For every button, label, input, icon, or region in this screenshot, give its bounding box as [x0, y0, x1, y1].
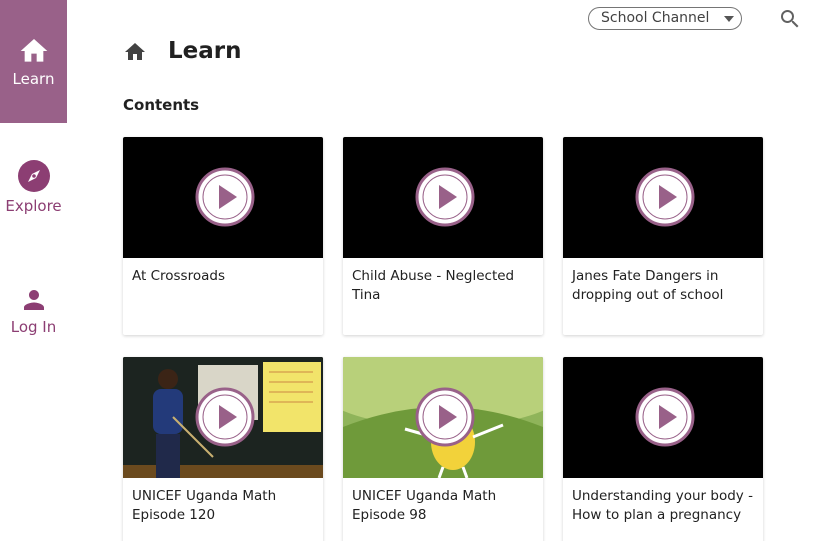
play-icon — [635, 387, 695, 447]
sidebar-item-login[interactable]: Log In — [0, 285, 67, 336]
content-card[interactable]: UNICEF Uganda Math Episode 98 — [343, 357, 543, 541]
play-icon — [195, 387, 255, 447]
content-card[interactable]: UNICEF Uganda Math Episode 120 — [123, 357, 323, 541]
video-thumbnail — [563, 357, 763, 478]
compass-icon — [17, 160, 50, 192]
card-title: Understanding your body - How to plan a … — [572, 488, 753, 523]
channel-select-value: School Channel — [601, 10, 710, 26]
section-title: Contents — [123, 96, 200, 114]
card-title: UNICEF Uganda Math Episode 98 — [352, 488, 497, 523]
person-icon — [23, 290, 44, 310]
card-title: Janes Fate Dangers in dropping out of sc… — [572, 268, 724, 303]
play-icon — [415, 167, 475, 227]
sidebar-item-label: Log In — [10, 318, 57, 336]
content-card[interactable]: Understanding your body - How to plan a … — [563, 357, 763, 541]
video-thumbnail — [343, 357, 543, 478]
content-card[interactable]: At Crossroads — [123, 137, 323, 335]
page-title: Learn — [168, 38, 242, 64]
sidebar: Learn Explore Log In — [0, 0, 67, 541]
video-thumbnail — [563, 137, 763, 258]
card-title: Child Abuse - Neglected Tina — [352, 268, 515, 303]
main-content: School Channel Learn Contents At Crossro… — [67, 0, 832, 541]
sidebar-item-explore[interactable]: Explore — [0, 159, 67, 215]
play-icon — [195, 167, 255, 227]
search-icon[interactable] — [778, 7, 802, 31]
home-icon — [20, 39, 47, 62]
home-icon[interactable] — [123, 40, 147, 64]
video-thumbnail — [123, 137, 323, 258]
sidebar-item-learn[interactable]: Learn — [0, 0, 67, 123]
video-thumbnail — [343, 137, 543, 258]
play-icon — [635, 167, 695, 227]
channel-select[interactable]: School Channel — [588, 7, 742, 30]
chevron-down-icon — [724, 16, 734, 22]
sidebar-item-label: Learn — [12, 70, 55, 88]
video-thumbnail — [123, 357, 323, 478]
card-title: UNICEF Uganda Math Episode 120 — [132, 488, 277, 523]
content-card[interactable]: Child Abuse - Neglected Tina — [343, 137, 543, 335]
card-title: At Crossroads — [132, 268, 225, 284]
sidebar-item-label: Explore — [5, 197, 62, 215]
play-icon — [415, 387, 475, 447]
content-card[interactable]: Janes Fate Dangers in dropping out of sc… — [563, 137, 763, 335]
